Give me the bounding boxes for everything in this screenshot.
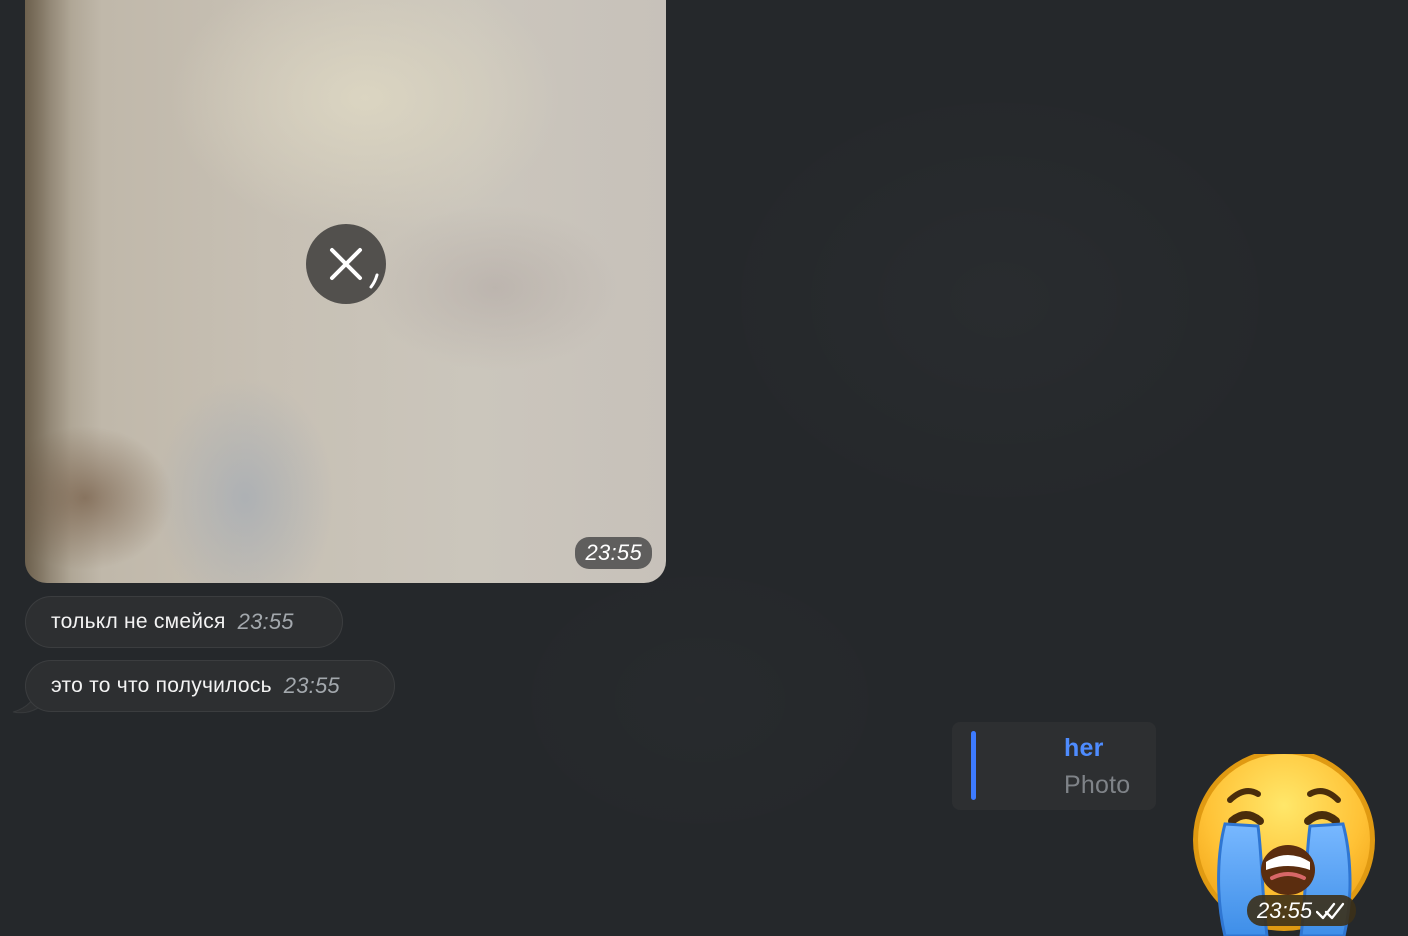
message-text: толькл не смейся	[51, 610, 226, 633]
reply-media-label: Photo	[1064, 771, 1131, 799]
photo-time-badge: 23:55	[575, 537, 652, 569]
message-bubble[interactable]: это то что получилось 23:55	[25, 660, 395, 712]
reply-preview[interactable]: her Photo	[952, 722, 1156, 810]
message-bubble[interactable]: толькл не смейся 23:55	[25, 596, 343, 648]
reply-accent-bar	[971, 731, 976, 800]
double-check-icon	[1316, 901, 1346, 921]
reply-author: her	[1064, 734, 1104, 762]
sticker-time-badge: 23:55	[1247, 895, 1357, 926]
message-time: 23:55	[237, 609, 294, 634]
sticker-time: 23:55	[1257, 898, 1313, 923]
close-photo-button[interactable]	[306, 224, 386, 304]
message-time: 23:55	[283, 673, 340, 698]
photo-message[interactable]: 23:55	[25, 0, 666, 583]
photo-shadow	[25, 0, 71, 583]
message-text: это то что получилось	[51, 674, 272, 697]
close-icon	[306, 224, 386, 304]
